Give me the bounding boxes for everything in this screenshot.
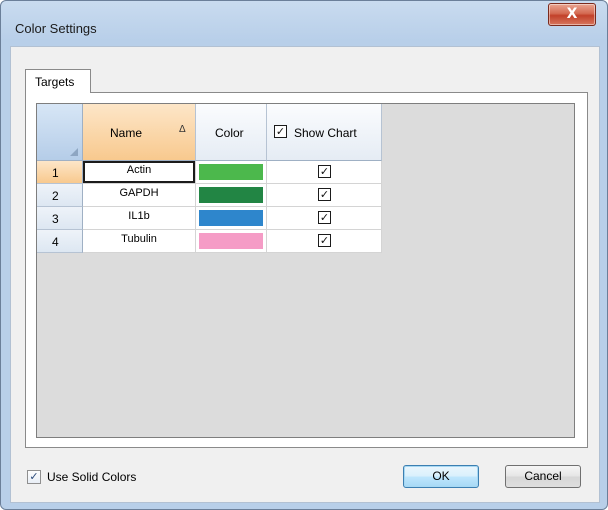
name-cell[interactable]: Tubulin <box>83 230 196 253</box>
use-solid-colors-label[interactable]: Use Solid Colors <box>47 470 136 484</box>
show-chart-checkbox[interactable]: ✓ <box>318 165 331 178</box>
close-icon: X <box>566 6 578 22</box>
row-number: 2 <box>52 189 59 203</box>
show-chart-cell: ✓ <box>267 230 382 253</box>
column-header-name-label: Name <box>110 126 143 140</box>
target-name: Actin <box>126 164 152 176</box>
row-number: 4 <box>52 235 59 249</box>
target-name: Tubulin <box>121 233 157 245</box>
sort-ascending-icon: Δ <box>179 124 186 135</box>
name-cell[interactable]: IL1b <box>83 207 196 230</box>
row-header[interactable]: 2 <box>37 184 83 207</box>
select-all-triangle-icon <box>70 148 78 156</box>
dialog-title: Color Settings <box>15 21 97 36</box>
targets-tab-panel: Name Δ Color ✓ Show Chart 1 Actin ✓ 2 GAPDH ✓… <box>25 92 588 448</box>
tab-targets[interactable]: Targets <box>25 69 91 93</box>
name-cell[interactable]: Actin <box>83 161 196 184</box>
color-cell[interactable] <box>196 230 267 253</box>
show-chart-cell: ✓ <box>267 207 382 230</box>
color-swatch[interactable] <box>199 164 263 180</box>
color-swatch[interactable] <box>199 210 263 226</box>
target-name: IL1b <box>128 210 150 222</box>
color-cell[interactable] <box>196 184 267 207</box>
show-chart-checkbox[interactable]: ✓ <box>318 188 331 201</box>
show-chart-cell: ✓ <box>267 184 382 207</box>
column-header-show-chart[interactable]: ✓ Show Chart <box>267 104 382 161</box>
show-chart-checkbox[interactable]: ✓ <box>318 211 331 224</box>
cancel-button[interactable]: Cancel <box>505 465 581 488</box>
show-chart-checkbox[interactable]: ✓ <box>318 234 331 247</box>
color-swatch[interactable] <box>199 233 263 249</box>
targets-grid: Name Δ Color ✓ Show Chart 1 Actin ✓ 2 GAPDH ✓… <box>36 103 575 438</box>
row-header[interactable]: 1 <box>37 161 83 184</box>
column-header-name[interactable]: Name Δ <box>83 104 196 161</box>
use-solid-colors-checkbox[interactable]: ✓ <box>27 470 41 484</box>
row-header[interactable]: 3 <box>37 207 83 230</box>
color-swatch[interactable] <box>199 187 263 203</box>
select-all-corner[interactable] <box>37 104 83 161</box>
column-header-show-chart-label: Show Chart <box>294 126 357 140</box>
color-settings-dialog: Color Settings X Targets Name Δ Color ✓ … <box>0 0 608 510</box>
ok-button[interactable]: OK <box>403 465 479 488</box>
show-chart-all-checkbox[interactable]: ✓ <box>274 125 287 138</box>
color-cell[interactable] <box>196 161 267 184</box>
column-header-color-label: Color <box>215 126 244 140</box>
dialog-body: Targets Name Δ Color ✓ Show Chart 1Acti <box>10 46 600 503</box>
row-number: 3 <box>52 212 59 226</box>
row-number: 1 <box>52 166 59 180</box>
target-name: GAPDH <box>119 187 159 199</box>
column-header-color[interactable]: Color <box>196 104 267 161</box>
row-header[interactable]: 4 <box>37 230 83 253</box>
color-cell[interactable] <box>196 207 267 230</box>
name-cell[interactable]: GAPDH <box>83 184 196 207</box>
show-chart-cell: ✓ <box>267 161 382 184</box>
close-button[interactable]: X <box>548 3 596 26</box>
tab-targets-label: Targets <box>35 75 75 89</box>
